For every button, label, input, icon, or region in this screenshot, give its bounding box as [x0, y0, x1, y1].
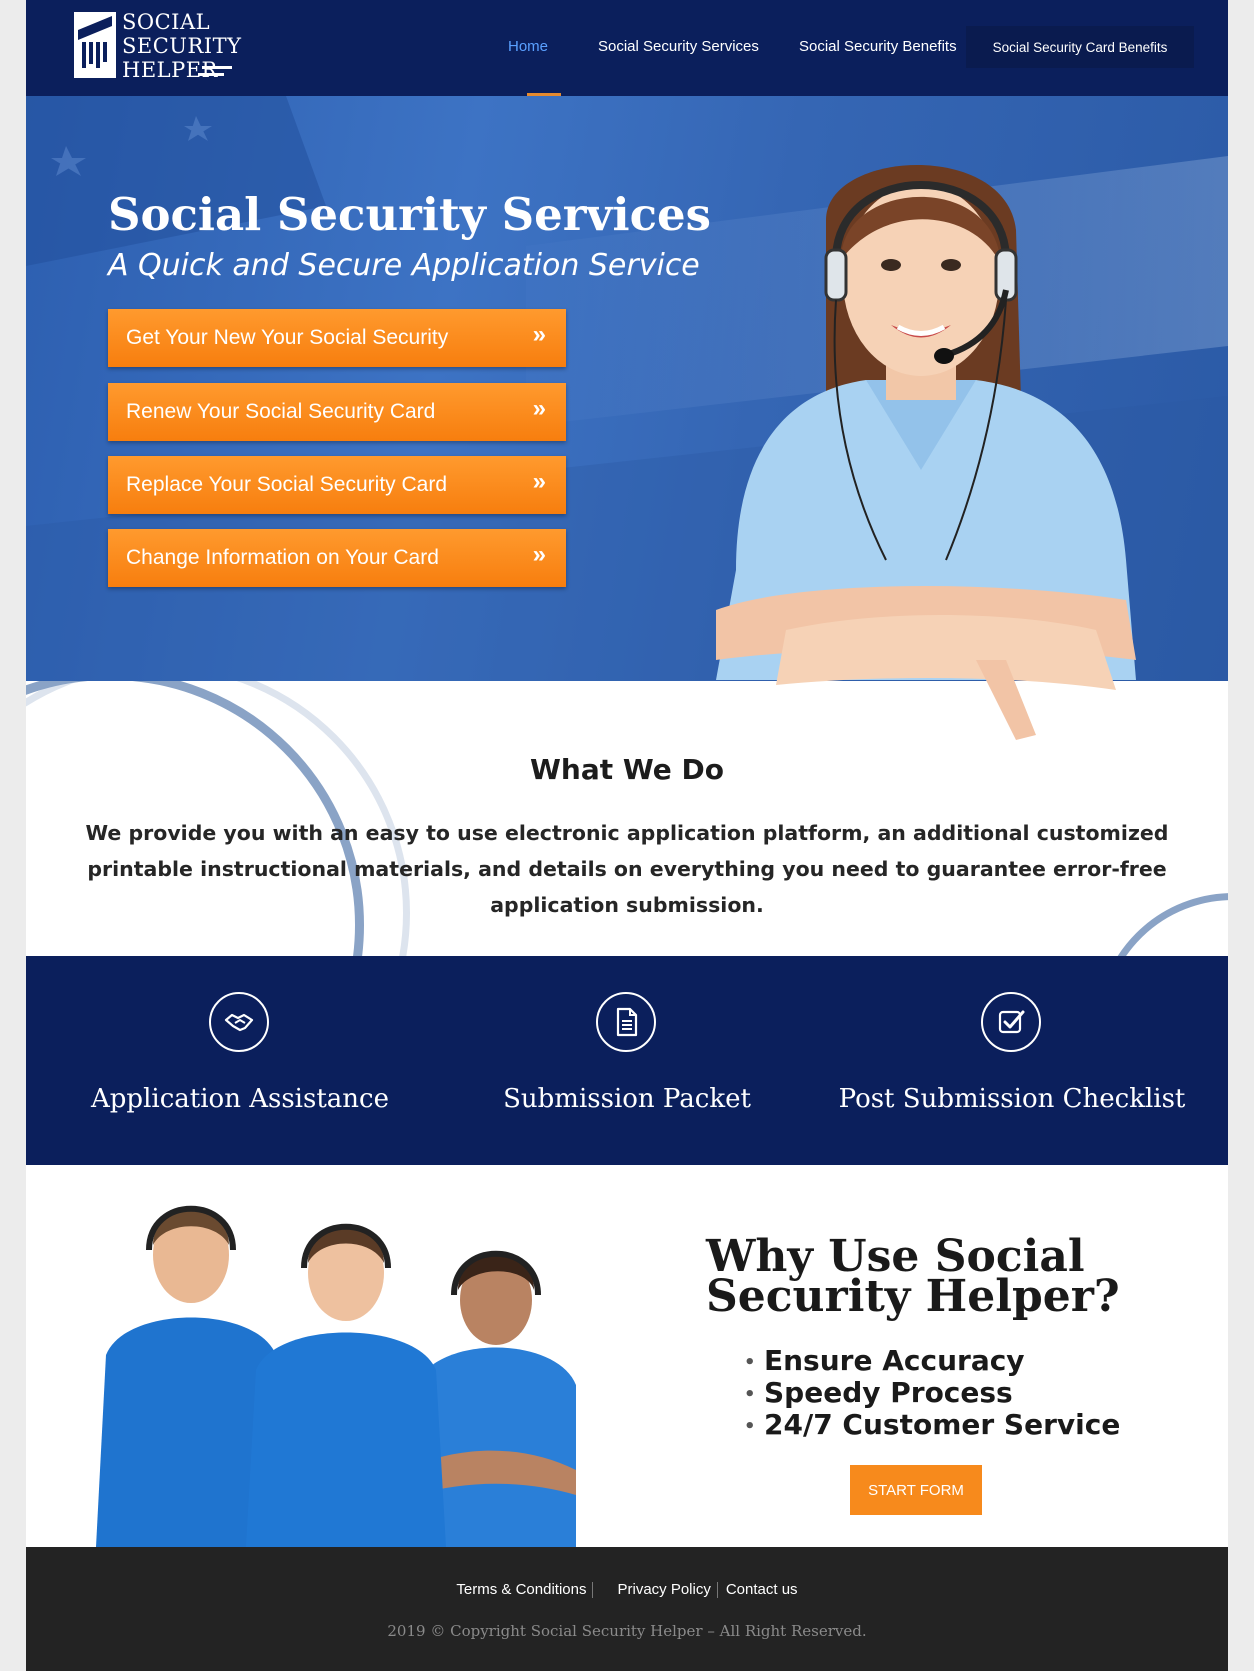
get-new-social-security-button[interactable]: Get Your New Your Social Security » — [108, 309, 566, 367]
why-benefits-list: Ensure Accuracy Speedy Process 24/7 Cust… — [744, 1345, 1120, 1444]
double-chevron-right-icon: » — [532, 468, 546, 495]
nav-social-security-services[interactable]: Social Security Services — [598, 38, 759, 55]
nav-home[interactable]: Home — [508, 38, 548, 55]
button-label: Renew Your Social Security Card — [126, 400, 436, 423]
button-label: Replace Your Social Security Card — [126, 473, 448, 496]
button-label: Change Information on Your Card — [126, 546, 439, 569]
feature-label: Submission Packet — [503, 1084, 751, 1114]
handshake-icon — [209, 992, 269, 1052]
feature-submission-packet[interactable]: Submission Packet — [437, 956, 817, 1165]
button-label: Get Your New Your Social Security — [126, 326, 449, 349]
site-footer: Terms & Conditions Privacy Policy Contact … — [26, 1547, 1228, 1671]
checklist-icon — [981, 992, 1041, 1052]
footer-link-terms[interactable]: Terms & Conditions — [456, 1581, 586, 1598]
list-item: 24/7 Customer Service — [744, 1409, 1120, 1444]
features-section: Application Assistance Submission Packet — [26, 956, 1228, 1165]
main-nav: Home Social Security Services Social Sec… — [26, 0, 1228, 96]
document-icon — [596, 992, 656, 1052]
list-item: Ensure Accuracy — [744, 1345, 1120, 1380]
feature-label: Application Assistance — [91, 1084, 389, 1114]
footer-link-contact[interactable]: Contact us — [726, 1581, 798, 1598]
list-item: Speedy Process — [744, 1377, 1120, 1412]
divider — [716, 1582, 718, 1599]
feature-application-assistance[interactable]: Application Assistance — [50, 956, 430, 1165]
nav-social-security-card-benefits[interactable]: Social Security Card Benefits — [966, 26, 1194, 68]
hero-title: Social Security Services — [108, 188, 712, 241]
nav-social-security-benefits[interactable]: Social Security Benefits — [799, 38, 957, 55]
copyright-text: 2019 © Copyright Social Security Helper … — [387, 1622, 867, 1640]
support-agent-photo — [716, 165, 1136, 740]
feature-label: Post Submission Checklist — [838, 1084, 1186, 1114]
support-team-photo — [96, 1205, 576, 1547]
replace-card-button[interactable]: Replace Your Social Security Card » — [108, 456, 566, 514]
site-header: SOCIAL SECURITY HELPER Home Social Secur… — [26, 0, 1228, 96]
why-section: Why Use Social Security Helper? Ensure A… — [26, 1165, 1228, 1547]
footer-link-privacy[interactable]: Privacy Policy — [617, 1581, 710, 1598]
start-form-button[interactable]: START FORM — [850, 1465, 982, 1515]
double-chevron-right-icon: » — [532, 321, 546, 348]
hero-subtitle: A Quick and Secure Application Service — [108, 248, 700, 283]
footer-links: Terms & Conditions Privacy Policy Contact … — [26, 1581, 1228, 1599]
renew-card-button[interactable]: Renew Your Social Security Card » — [108, 383, 566, 441]
why-title: Why Use Social Security Helper? — [706, 1231, 1120, 1322]
change-information-button[interactable]: Change Information on Your Card » — [108, 529, 566, 587]
divider — [592, 1582, 594, 1599]
double-chevron-right-icon: » — [532, 395, 546, 422]
double-chevron-right-icon: » — [532, 541, 546, 568]
what-we-do-text: We provide you with an easy to use elect… — [85, 821, 1169, 917]
feature-post-submission-checklist[interactable]: Post Submission Checklist — [822, 956, 1202, 1165]
page: SOCIAL SECURITY HELPER Home Social Secur… — [26, 0, 1228, 1671]
